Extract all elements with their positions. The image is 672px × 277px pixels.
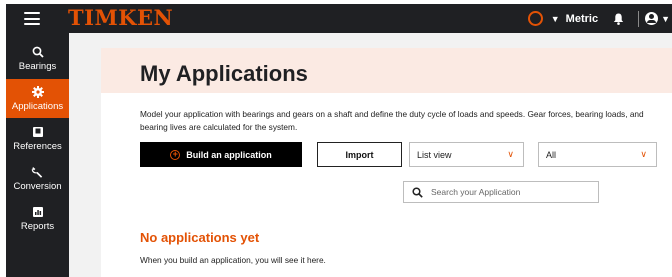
sidebar-item-label: References <box>13 141 62 152</box>
divider <box>638 10 640 27</box>
book-icon <box>32 125 44 139</box>
sidebar-item-label: Reports <box>20 221 55 232</box>
chevron-down-icon: ∨ <box>507 149 514 159</box>
build-button-label: Build an application <box>186 149 272 160</box>
gear-icon <box>31 85 44 99</box>
sidebar-item-reports[interactable]: Reports <box>6 199 69 238</box>
status-ring-icon[interactable] <box>527 11 543 26</box>
sidebar-item-applications[interactable]: Applications <box>6 79 69 118</box>
bell-icon[interactable] <box>612 12 624 26</box>
page-description: Model your application with bearings and… <box>140 109 644 132</box>
page-header: My Applications <box>101 48 672 93</box>
import-button[interactable]: Import <box>317 142 402 167</box>
search-input[interactable] <box>431 187 591 197</box>
top-bar: TIMKEN ▼ Metric ▼ <box>6 4 672 33</box>
app-window: TIMKEN ▼ Metric ▼ Bearings Applications <box>6 4 672 277</box>
units-selector[interactable]: Metric <box>566 13 598 25</box>
logo: TIMKEN <box>68 5 174 30</box>
user-icon[interactable] <box>645 12 659 25</box>
sidebar-item-references[interactable]: References <box>6 119 69 158</box>
empty-state-title: No applications yet <box>140 230 260 245</box>
view-select-value: List view <box>417 149 452 160</box>
sidebar-item-bearings[interactable]: Bearings <box>6 39 69 78</box>
menu-icon[interactable] <box>24 12 40 25</box>
bar-chart-icon <box>32 205 44 219</box>
page-title: My Applications <box>140 61 308 86</box>
build-application-button[interactable]: + Build an application <box>140 142 302 167</box>
filter-select[interactable]: All ∨ <box>538 142 657 167</box>
empty-state-message: When you build an application, you will … <box>140 255 326 265</box>
plus-circle-icon: + <box>170 149 181 160</box>
applications-panel: My Applications Model your application w… <box>101 48 672 277</box>
sidebar-item-conversion[interactable]: Conversion <box>6 159 69 198</box>
sidebar: Bearings Applications References Convers… <box>6 33 69 277</box>
sidebar-item-label: Applications <box>11 101 64 112</box>
search-icon <box>412 186 423 198</box>
wrench-icon <box>31 165 44 179</box>
sidebar-item-label: Bearings <box>18 61 57 72</box>
chevron-down-icon: ∨ <box>640 149 647 159</box>
sidebar-item-label: Conversion <box>13 181 62 192</box>
main-content: My Applications Model your application w… <box>69 33 672 277</box>
bearing-search-icon <box>32 45 44 59</box>
search-box[interactable] <box>403 181 599 203</box>
chevron-down-icon[interactable]: ▼ <box>551 14 560 24</box>
user-chevron-down-icon[interactable]: ▼ <box>661 14 670 24</box>
filter-select-value: All <box>546 149 557 160</box>
view-select[interactable]: List view ∨ <box>409 142 524 167</box>
